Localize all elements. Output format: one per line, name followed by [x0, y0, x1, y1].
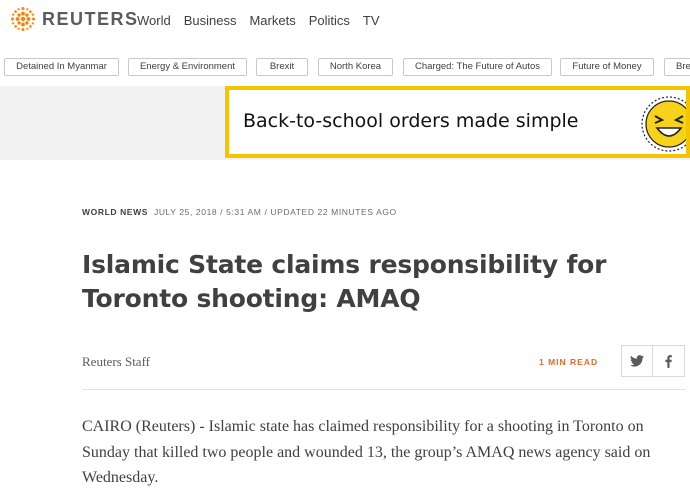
- brand-name: REUTERS: [42, 8, 139, 29]
- main-nav: World Business Markets Politics TV: [137, 13, 380, 28]
- nav-politics[interactable]: Politics: [309, 13, 350, 28]
- facebook-icon: [665, 354, 672, 368]
- nav-business[interactable]: Business: [184, 13, 237, 28]
- nav-markets[interactable]: Markets: [249, 13, 295, 28]
- topic-chip[interactable]: Detained In Myanmar: [4, 58, 119, 76]
- ad-banner-area: Back-to-school orders made simple: [0, 86, 690, 160]
- article-category[interactable]: WORLD NEWS: [82, 207, 148, 217]
- advertisement[interactable]: Back-to-school orders made simple: [225, 86, 690, 158]
- reuters-logo-icon: [11, 7, 35, 31]
- topic-chip[interactable]: Future of Money: [560, 58, 654, 76]
- share-facebook-button[interactable]: [653, 345, 685, 377]
- read-time: 1 MIN READ: [539, 357, 599, 367]
- share-twitter-button[interactable]: [621, 345, 653, 377]
- trending-topics: Detained In Myanmar Energy & Environment…: [0, 54, 690, 82]
- article-meta: WORLD NEWS JULY 25, 2018 / 5:31 AM / UPDA…: [82, 207, 397, 217]
- article-headline: Islamic State claims responsibility for …: [82, 250, 607, 313]
- divider: [82, 389, 686, 390]
- article-byline[interactable]: Reuters Staff: [82, 354, 150, 370]
- share-buttons: [621, 345, 685, 377]
- topic-chip[interactable]: North Korea: [318, 58, 393, 76]
- topic-chip[interactable]: Bre: [664, 58, 690, 76]
- twitter-icon: [630, 355, 644, 367]
- ad-text: Back-to-school orders made simple: [243, 110, 579, 132]
- article-body: CAIRO (Reuters) - Islamic state has clai…: [82, 418, 651, 486]
- topic-chip[interactable]: Energy & Environment: [128, 58, 247, 76]
- nav-tv[interactable]: TV: [363, 13, 380, 28]
- smiley-face-icon: [641, 96, 686, 152]
- topic-chip[interactable]: Brexit: [256, 58, 308, 76]
- article-dateline: JULY 25, 2018 / 5:31 AM / UPDATED 22 MIN…: [153, 207, 397, 217]
- topic-chip[interactable]: Charged: The Future of Autos: [403, 58, 552, 76]
- reuters-logo[interactable]: REUTERS: [10, 6, 139, 32]
- nav-world[interactable]: World: [137, 13, 171, 28]
- top-navigation-bar: REUTERS World Business Markets Politics …: [0, 0, 690, 44]
